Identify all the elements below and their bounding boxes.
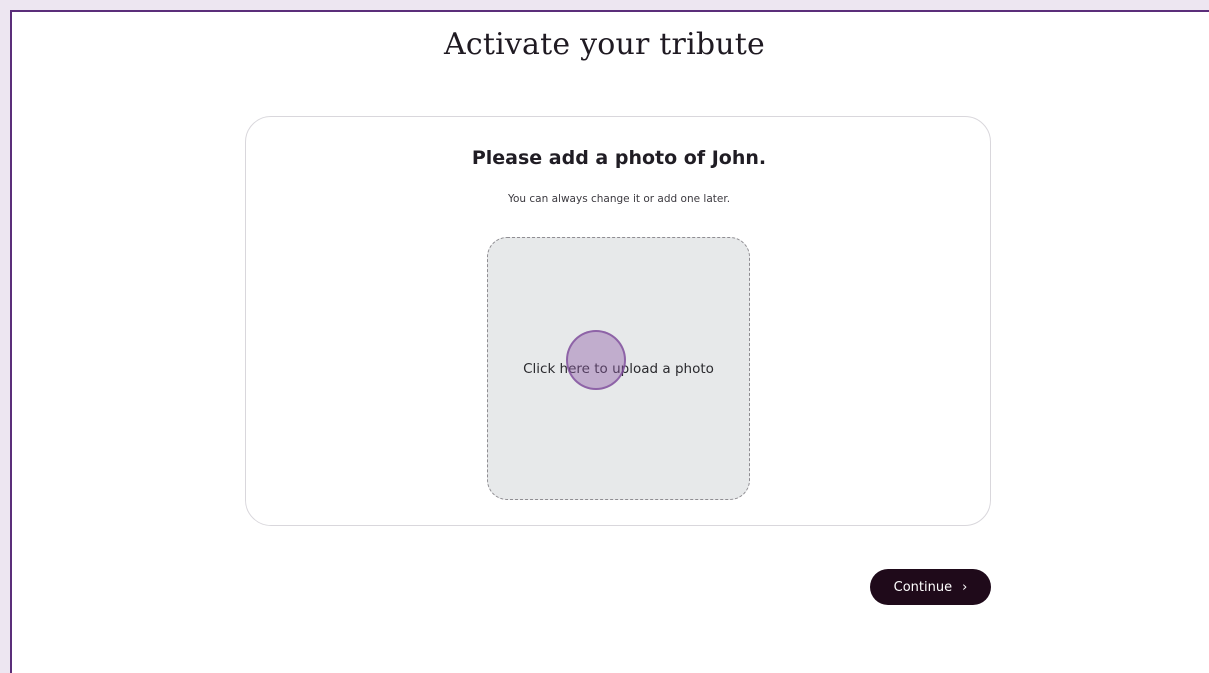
chevron-right-icon: ›	[962, 579, 968, 595]
photo-card: Please add a photo of John. You can alwa…	[245, 116, 991, 526]
upload-label: Click here to upload a photo	[523, 361, 714, 377]
card-title: Please add a photo of John.	[471, 147, 767, 169]
continue-button[interactable]: Continue ›	[870, 569, 991, 605]
photo-upload-area[interactable]: Click here to upload a photo	[487, 237, 750, 500]
card-subtitle: You can always change it or add one late…	[507, 193, 731, 205]
page-title: Activate your tribute	[443, 27, 766, 62]
click-indicator	[566, 330, 626, 390]
continue-label: Continue	[893, 579, 953, 595]
